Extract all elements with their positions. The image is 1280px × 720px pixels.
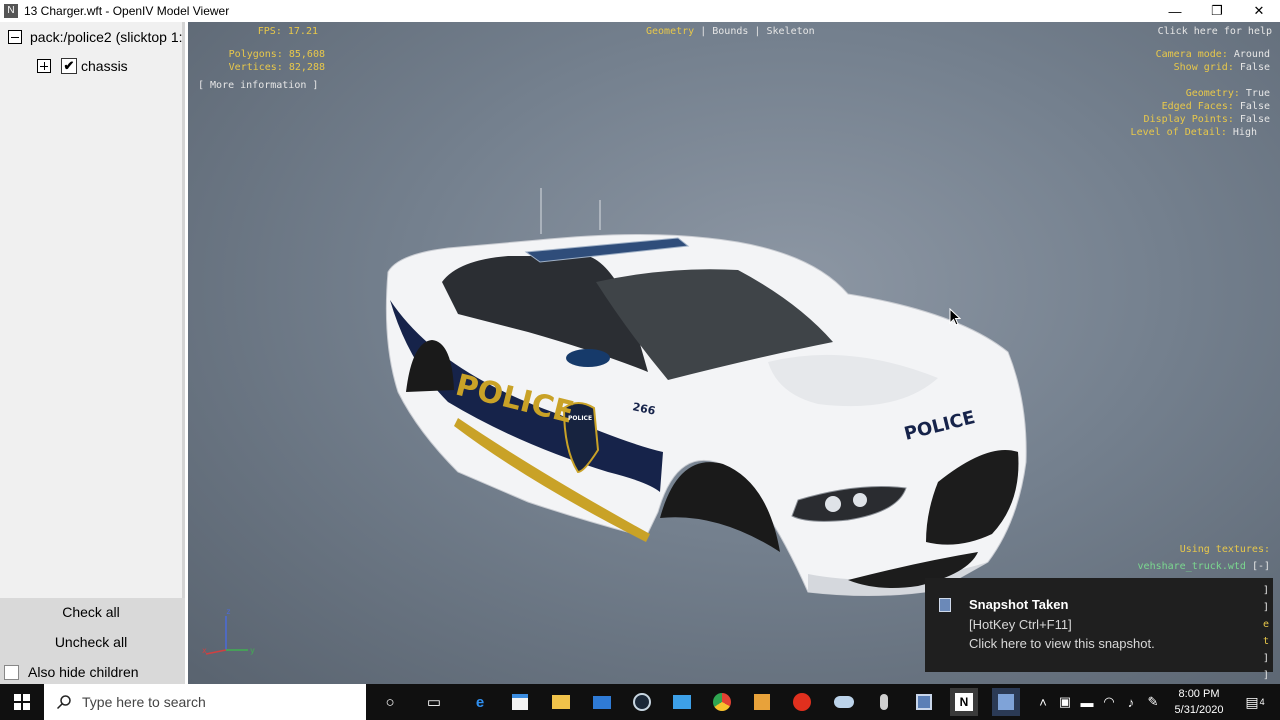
show-grid-readout[interactable]: Show grid: False <box>1174 62 1270 73</box>
app-window-icon[interactable] <box>670 690 694 714</box>
mouse-cursor <box>949 308 961 326</box>
camera-mode-readout[interactable]: Camera mode: Around <box>1156 49 1270 60</box>
vehicle-model: POLICE POLICE 266 POLICE <box>385 188 1027 597</box>
uncheck-all-button[interactable]: Uncheck all <box>0 634 182 650</box>
snapshot-app-icon <box>939 598 951 612</box>
pen-icon[interactable]: ✎ <box>1142 694 1164 710</box>
texture-file-entry[interactable]: vehshare_truck.wtd [-] <box>1138 561 1270 572</box>
clock-time: 8:00 PM <box>1178 688 1220 700</box>
close-button[interactable]: ✕ <box>1238 0 1280 22</box>
search-placeholder: Type here to search <box>82 694 206 710</box>
openiv-taskbar-icon[interactable]: N <box>950 688 978 716</box>
mode-bounds[interactable]: Bounds <box>712 26 748 37</box>
system-clock[interactable]: 8:00 PM 5/31/2020 <box>1164 686 1234 718</box>
file-explorer-icon[interactable] <box>549 690 573 714</box>
using-textures-label: Using textures: <box>1179 544 1270 555</box>
chevron-up-icon[interactable]: ˄ <box>1032 695 1054 710</box>
steam-icon[interactable] <box>630 690 654 714</box>
axis-z-label: z <box>226 607 231 616</box>
media-player-icon[interactable] <box>750 690 774 714</box>
polygons-readout: Polygons: 85,608 <box>228 49 325 60</box>
model-tree-panel: pack:/police2 (slicktop 1: ✔ chassis Che… <box>0 22 185 684</box>
minimize-button[interactable]: — <box>1154 0 1196 22</box>
fps-readout: FPS: 17.21 <box>257 26 318 37</box>
headlight-lens <box>853 493 867 507</box>
tree-item-chassis[interactable]: ✔ chassis <box>37 58 128 74</box>
axis-y-label: y <box>250 646 255 655</box>
search-icon <box>56 695 71 710</box>
side-mirror <box>566 349 610 367</box>
lod-readout[interactable]: Level of Detail: High <box>1131 127 1257 138</box>
store-icon[interactable] <box>508 690 532 714</box>
toast-edge-text: ] ] e t ] ] <box>1262 585 1269 681</box>
texture-file-name[interactable]: vehshare_truck.wtd <box>1138 561 1246 572</box>
windows-icon <box>14 694 30 710</box>
notification-center-icon[interactable]: ▤ 4 <box>1240 684 1270 720</box>
display-points-readout[interactable]: Display Points: False <box>1144 114 1270 125</box>
title-bar: N 13 Charger.wft - OpenIV Model Viewer —… <box>0 0 1280 22</box>
window-title: 13 Charger.wft - OpenIV Model Viewer <box>24 4 230 18</box>
battery-icon[interactable]: ▬ <box>1076 695 1098 710</box>
taskbar: Type here to search ○ ▭ e N ˄ ▣ ▬ ◠ ♪ ✎ … <box>0 684 1280 720</box>
oiv-icon: N <box>4 4 18 18</box>
badge-text: POLICE <box>568 415 592 422</box>
save-disk-icon[interactable] <box>912 690 936 714</box>
task-view-icon[interactable]: ▭ <box>422 690 446 714</box>
mode-separator: | <box>754 26 761 37</box>
also-hide-children-checkbox[interactable] <box>4 664 19 680</box>
maximize-button[interactable]: ❐ <box>1196 0 1238 22</box>
chassis-checkbox[interactable]: ✔ <box>61 58 77 74</box>
edge-browser-icon[interactable]: e <box>468 690 492 714</box>
window-controls: — ❐ ✕ <box>1154 0 1280 22</box>
mode-geometry[interactable]: Geometry <box>646 26 694 37</box>
game-launcher-icon[interactable] <box>790 690 814 714</box>
snapshot-taskbar-icon[interactable] <box>992 688 1020 716</box>
render-mode-tabs: Geometry | Bounds | Skeleton <box>646 26 815 37</box>
collapse-icon[interactable] <box>8 30 22 44</box>
headlight-lens <box>825 496 841 512</box>
toast-hotkey: [HotKey Ctrl+F11] <box>969 617 1072 632</box>
also-hide-children-option[interactable]: Also hide children <box>4 664 139 680</box>
texture-collapse-toggle[interactable]: [-] <box>1252 561 1270 572</box>
toast-title: Snapshot Taken <box>969 597 1069 612</box>
panel-actions: Check all Uncheck all Also hide children <box>0 598 185 684</box>
axis-x-label: x <box>202 646 207 655</box>
check-all-button[interactable]: Check all <box>0 604 182 620</box>
toast-view-snapshot-link[interactable]: Click here to view this snapshot. <box>969 636 1155 651</box>
taskbar-search[interactable]: Type here to search <box>44 684 366 720</box>
tree-root-label: pack:/police2 (slicktop 1: <box>30 29 183 45</box>
mode-separator: | <box>700 26 707 37</box>
system-tray: ˄ ▣ ▬ ◠ ♪ ✎ <box>1032 684 1164 720</box>
also-hide-children-label: Also hide children <box>28 664 139 680</box>
more-information-link[interactable]: [ More information ] <box>198 80 318 91</box>
volume-icon[interactable]: ♪ <box>1120 695 1142 710</box>
microphone-icon[interactable] <box>872 690 896 714</box>
notification-count: 4 <box>1259 697 1265 707</box>
wifi-icon[interactable]: ◠ <box>1098 694 1120 710</box>
mode-skeleton[interactable]: Skeleton <box>766 26 814 37</box>
axis-gizmo: z x y <box>202 607 255 655</box>
expand-icon[interactable] <box>37 59 51 73</box>
tray-app-icon[interactable]: ▣ <box>1054 694 1076 710</box>
geometry-readout[interactable]: Geometry: True <box>1186 88 1270 99</box>
tree-item-label: chassis <box>81 58 128 74</box>
mail-icon[interactable] <box>590 690 614 714</box>
clock-date: 5/31/2020 <box>1174 704 1224 716</box>
start-button[interactable] <box>0 684 44 720</box>
cortana-icon[interactable]: ○ <box>378 690 402 714</box>
snapshot-toast[interactable]: Snapshot Taken [HotKey Ctrl+F11] Click h… <box>925 578 1273 681</box>
vertices-readout: Vertices: 82,288 <box>228 62 325 73</box>
cloud-app-icon[interactable] <box>832 690 856 714</box>
help-link[interactable]: Click here for help <box>1158 26 1272 37</box>
edged-faces-readout[interactable]: Edged Faces: False <box>1162 101 1270 112</box>
chrome-icon[interactable] <box>710 690 734 714</box>
tree-root[interactable]: pack:/police2 (slicktop 1: <box>8 29 183 45</box>
